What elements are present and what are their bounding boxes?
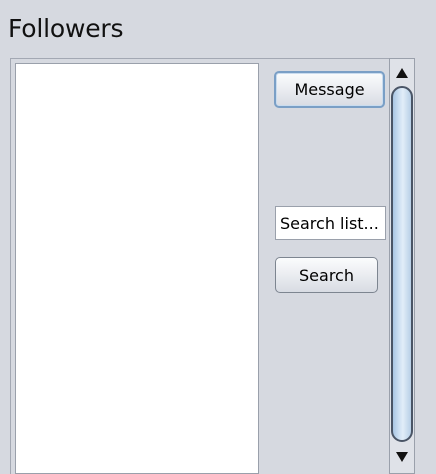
followers-list[interactable] (15, 63, 259, 474)
message-button[interactable]: Message (274, 71, 385, 108)
page-title: Followers (8, 14, 124, 43)
scroll-up-button[interactable] (390, 61, 414, 85)
scroll-down-button[interactable] (390, 445, 414, 469)
vertical-scrollbar[interactable] (389, 58, 415, 474)
triangle-up-icon (396, 68, 408, 78)
triangle-down-icon (396, 452, 408, 462)
search-button[interactable]: Search (275, 257, 378, 293)
scroll-thumb[interactable] (391, 86, 413, 442)
search-input[interactable] (275, 206, 386, 240)
